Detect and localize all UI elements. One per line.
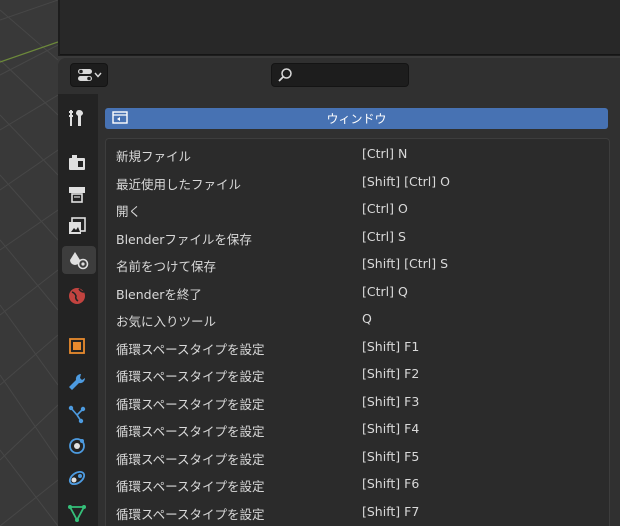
keymap-row[interactable]: Blenderファイルを保存 [Ctrl] S [106, 224, 609, 251]
keymap-row-name: 循環スペースタイプを設定 [116, 451, 265, 467]
keymap-row-name: 循環スペースタイプを設定 [116, 479, 265, 494]
panel-header-window[interactable]: ウィンドウ [105, 108, 608, 129]
keymap-row[interactable]: 循環スペースタイプを設定 [Shift] F5 [106, 444, 609, 471]
properties-editor-icon [78, 69, 102, 81]
view-layer-icon [69, 217, 86, 234]
keymap-row-name: お気に入りツール [116, 314, 217, 329]
keymap-row[interactable]: 循環スペースタイプを設定 [Shift] F1 [106, 334, 609, 361]
keymap-row[interactable]: 循環スペースタイプを設定 [Shift] F4 [106, 416, 609, 443]
panel-title: ウィンドウ [326, 112, 387, 126]
3d-viewport[interactable] [0, 0, 58, 526]
keymap-row[interactable]: 循環スペースタイプを設定 [Shift] F2 [106, 361, 609, 388]
search-icon [278, 68, 292, 82]
keymap-row-name: 循環スペースタイプを設定 [116, 396, 265, 412]
keymap-row-name: 名前をつけて保存 [116, 259, 217, 274]
output-icon [69, 187, 85, 203]
keymap-row[interactable]: お気に入りツール Q [106, 306, 609, 333]
keymap-row-key[interactable]: [Shift] F2 [362, 366, 419, 381]
keymap-row[interactable]: 開く [Ctrl] O [106, 196, 609, 223]
keymap-row-key[interactable]: Q [362, 311, 372, 326]
properties-tabs [58, 94, 98, 526]
keymap-row-name: 新規ファイル [116, 149, 192, 164]
tab-view-layer[interactable] [62, 212, 92, 240]
keymap-row-name: Blenderファイルを保存 [116, 231, 252, 247]
tab-constraints[interactable] [62, 464, 92, 492]
keymap-row-key[interactable]: [Ctrl] Q [362, 284, 408, 299]
keymap-row-name: 開く [116, 204, 142, 219]
keymap-row-name: Blenderを終了 [116, 286, 202, 302]
top-editor-area [58, 0, 620, 56]
keymap-row-name: 循環スペースタイプを設定 [116, 506, 265, 522]
tab-object[interactable] [62, 332, 92, 360]
world-icon [69, 288, 85, 304]
keymap-row-name: 循環スペースタイプを設定 [116, 369, 265, 384]
keymap-row-key[interactable]: [Shift] F4 [362, 421, 419, 436]
tab-particles[interactable] [62, 400, 92, 428]
keymap-row[interactable]: 循環スペースタイプを設定 [Shift] F7 [106, 499, 609, 526]
window-icon [112, 111, 128, 124]
search-input[interactable] [296, 66, 406, 84]
keymap-row-key[interactable]: [Shift] F1 [362, 339, 419, 354]
tab-modifiers[interactable] [62, 368, 92, 396]
keymap-row-name: 循環スペースタイプを設定 [116, 424, 265, 439]
tool-icon [69, 110, 83, 126]
keymap-row-key[interactable]: [Shift] F7 [362, 504, 419, 519]
tab-world[interactable] [62, 282, 92, 310]
keymap-row[interactable]: Blenderを終了 [Ctrl] Q [106, 279, 609, 306]
keymap-row-key[interactable]: [Ctrl] O [362, 201, 408, 216]
keymap-row-key[interactable]: [Shift] F3 [362, 394, 419, 409]
keymap-row[interactable]: 新規ファイル [Ctrl] N [106, 141, 609, 168]
keymap-row[interactable]: 循環スペースタイプを設定 [Shift] F3 [106, 389, 609, 416]
tab-render[interactable] [62, 148, 92, 176]
keymap-row-name: 最近使用したファイル [116, 176, 242, 192]
top-editor-inner [60, 0, 620, 55]
editor-type-button[interactable] [70, 63, 108, 87]
tab-physics[interactable] [62, 432, 92, 460]
object-icon [69, 338, 85, 354]
keymap-row-key[interactable]: [Shift] F5 [362, 449, 419, 464]
keymap-row-key[interactable]: [Shift] [Ctrl] O [362, 174, 450, 189]
keymap-row[interactable]: 名前をつけて保存 [Shift] [Ctrl] S [106, 251, 609, 278]
keymap-row-key[interactable]: [Ctrl] S [362, 229, 406, 244]
particles-icon [68, 405, 86, 424]
keymap-row-key[interactable]: [Ctrl] N [362, 146, 407, 161]
properties-editor: ウィンドウ 新規ファイル [Ctrl] N 最近使用したファイル [Shift]… [58, 58, 620, 526]
keymap-row-key[interactable]: [Shift] [Ctrl] S [362, 256, 448, 271]
scene-icon [70, 252, 89, 270]
render-icon [69, 155, 85, 170]
constraints-icon [68, 470, 86, 486]
keymap-row-key[interactable]: [Shift] F6 [362, 476, 419, 491]
tab-data[interactable] [62, 498, 92, 526]
wrench-icon [69, 373, 86, 390]
editor-header [58, 58, 620, 92]
keymap-row[interactable]: 循環スペースタイプを設定 [Shift] F6 [106, 471, 609, 498]
viewport-grid [0, 0, 58, 526]
tab-scene[interactable] [62, 246, 96, 274]
search-field[interactable] [271, 63, 409, 87]
keymap-panel: ウィンドウ 新規ファイル [Ctrl] N 最近使用したファイル [Shift]… [98, 92, 620, 526]
mesh-data-icon [68, 505, 86, 522]
tab-output[interactable] [62, 180, 92, 208]
tab-tool[interactable] [62, 104, 92, 132]
keymap-row-name: 循環スペースタイプを設定 [116, 341, 265, 357]
keymap-list: 新規ファイル [Ctrl] N 最近使用したファイル [Shift] [Ctrl… [105, 138, 610, 526]
keymap-row[interactable]: 最近使用したファイル [Shift] [Ctrl] O [106, 169, 609, 196]
physics-icon [69, 438, 85, 454]
